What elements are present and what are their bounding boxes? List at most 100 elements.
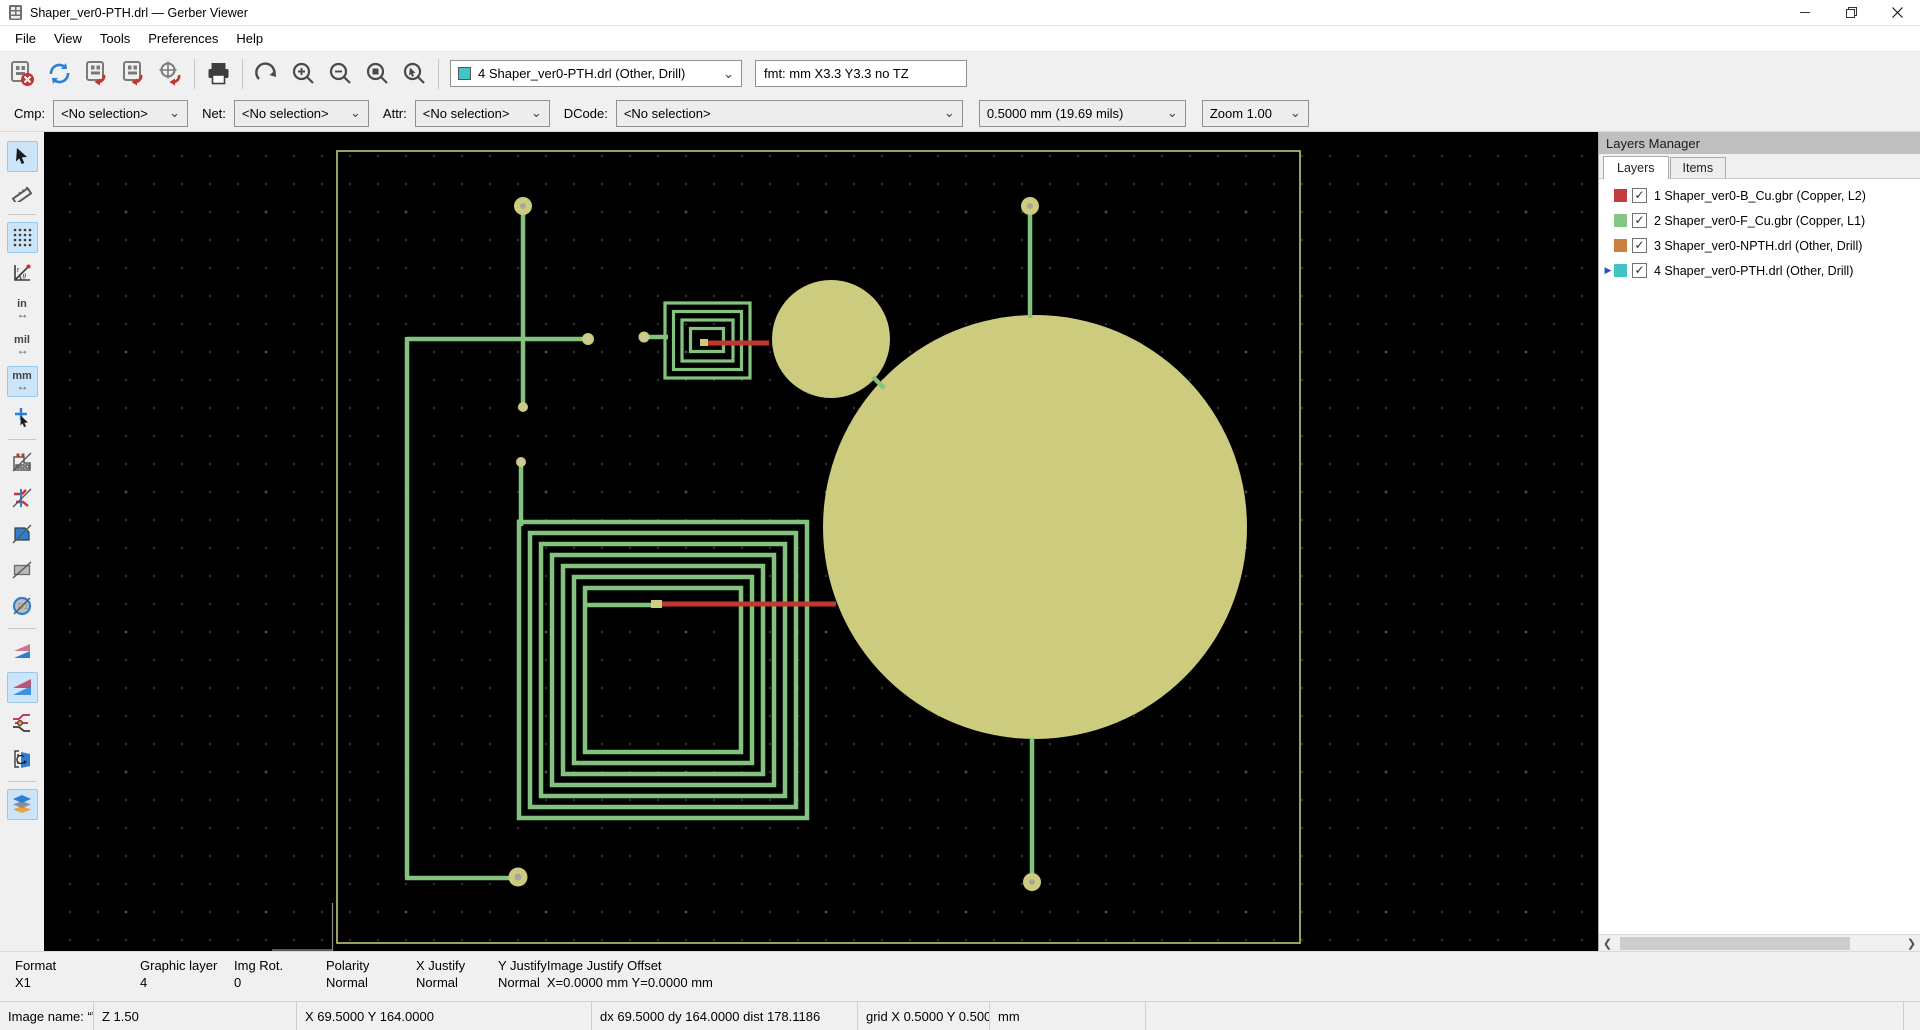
layer-color-swatch[interactable] (1614, 264, 1627, 277)
status-cell: grid X 0.5000 Y 0.5000 (857, 1002, 989, 1030)
measure-tool-button[interactable] (7, 177, 38, 208)
attribute-select[interactable]: <No selection> ⌄ (415, 100, 550, 127)
close-button[interactable] (1874, 0, 1920, 25)
sketch-flashed-button[interactable] (7, 447, 38, 478)
status-cell (1903, 1002, 1920, 1030)
flip-view-button[interactable] (7, 744, 38, 775)
scroll-right-icon[interactable]: ❯ (1903, 935, 1920, 952)
layers-normal-mode-button[interactable] (7, 636, 38, 667)
component-select-value: <No selection> (61, 106, 148, 121)
show-dcodes-button[interactable]: D1 (7, 591, 38, 622)
open-job-file-button[interactable] (152, 55, 189, 92)
layer-color-swatch[interactable] (1614, 214, 1627, 227)
menu-item[interactable]: View (45, 28, 91, 49)
zoom-in-button[interactable] (285, 55, 322, 92)
zoom-selection-button[interactable] (396, 55, 433, 92)
xor-mode-button[interactable] (7, 708, 38, 739)
info-field: Graphic layer 4 (140, 958, 234, 1001)
chevron-down-icon: ⌄ (159, 108, 180, 118)
zoom-out-button[interactable] (322, 55, 359, 92)
active-layer-select[interactable]: 4 Shaper_ver0-PTH.drl (Other, Drill) ⌄ (450, 60, 742, 87)
layers-manager-toggle-button[interactable] (7, 789, 38, 820)
toolbar-separator (8, 214, 36, 215)
filter-toolbar: Cmp: <No selection> ⌄ Net: <No selection… (0, 95, 1920, 132)
zoom-level-value: Zoom 1.00 (1210, 106, 1272, 121)
minimize-button[interactable] (1782, 0, 1828, 25)
info-field-value: 0 (234, 975, 326, 990)
scroll-left-icon[interactable]: ❮ (1599, 935, 1616, 952)
window-title: Shaper_ver0-PTH.drl — Gerber Viewer (30, 6, 248, 20)
print-button[interactable] (200, 55, 237, 92)
info-field-label: Format (15, 958, 140, 973)
info-field-value: X=0.0000 mm Y=0.0000 mm (547, 975, 713, 990)
layer-color-swatch[interactable] (1614, 239, 1627, 252)
format-info-text: fmt: mm X3.3 Y3.3 no TZ (764, 66, 909, 81)
layer-label: 3 Shaper_ver0-NPTH.drl (Other, Drill) (1654, 239, 1862, 253)
attr-label: Attr: (383, 106, 407, 121)
info-field-value: Normal (416, 975, 498, 990)
menu-item[interactable]: Tools (91, 28, 139, 49)
toolbar-separator (8, 439, 36, 440)
restore-button[interactable] (1828, 0, 1874, 25)
tab-items[interactable]: Items (1670, 157, 1727, 178)
toolbar-separator (194, 59, 195, 89)
zoom-fit-button[interactable] (359, 55, 396, 92)
polar-coords-button[interactable]: r θ (7, 258, 38, 289)
sketch-polygons-button[interactable] (7, 519, 38, 550)
layer-visibility-checkbox[interactable]: ✓ (1632, 263, 1647, 278)
net-select[interactable]: <No selection> ⌄ (234, 100, 369, 127)
clear-all-layers-button[interactable] (4, 55, 41, 92)
info-field: X Justify Normal (416, 958, 498, 1001)
units-mm-button[interactable]: mm↔ (7, 366, 38, 397)
layer-row[interactable]: ▶ ✓ 1 Shaper_ver0-B_Cu.gbr (Copper, L2) (1599, 183, 1920, 208)
reload-all-layers-button[interactable] (41, 55, 78, 92)
gerber-viewer-window: Shaper_ver0-PTH.drl — Gerber Viewer File… (0, 0, 1920, 1030)
pointer-tool-button[interactable] (7, 141, 38, 172)
active-layer-value: 4 Shaper_ver0-PTH.drl (Other, Drill) (478, 66, 685, 81)
component-select[interactable]: <No selection> ⌄ (53, 100, 188, 127)
double-arrow-icon: ↔ (17, 381, 28, 391)
menu-item[interactable]: Help (227, 28, 272, 49)
dcode-select[interactable]: <No selection> ⌄ (616, 100, 963, 127)
redraw-view-button[interactable] (248, 55, 285, 92)
options-toolbar: r θ in↔ mil↔ mm↔ (0, 132, 44, 951)
layer-row[interactable]: ▶ ✓ 3 Shaper_ver0-NPTH.drl (Other, Drill… (1599, 233, 1920, 258)
toolbar-separator (8, 628, 36, 629)
grid-size-select[interactable]: 0.5000 mm (19.69 mils) ⌄ (979, 100, 1186, 127)
layer-row[interactable]: ▶ ✓ 4 Shaper_ver0-PTH.drl (Other, Drill) (1599, 258, 1920, 283)
scrollbar-thumb[interactable] (1620, 937, 1850, 950)
gerber-canvas[interactable] (44, 132, 1598, 951)
zoom-level-select[interactable]: Zoom 1.00 ⌄ (1202, 100, 1309, 127)
menu-item[interactable]: File (6, 28, 45, 49)
open-excellon-file-button[interactable] (115, 55, 152, 92)
menu-item[interactable]: Preferences (139, 28, 227, 49)
net-label: Net: (202, 106, 226, 121)
layer-row[interactable]: ▶ ✓ 2 Shaper_ver0-F_Cu.gbr (Copper, L1) (1599, 208, 1920, 233)
sketch-lines-button[interactable] (7, 483, 38, 514)
tab-layers[interactable]: Layers (1603, 156, 1669, 179)
scrollbar-track[interactable] (1616, 935, 1903, 952)
checkmark-icon: ✓ (1634, 188, 1644, 203)
layer-color-swatch[interactable] (1614, 189, 1627, 202)
status-cell: X 69.5000 Y 164.0000 (296, 1002, 591, 1030)
status-cell: dx 69.5000 dy 164.0000 dist 178.1186 (591, 1002, 857, 1030)
units-mil-button[interactable]: mil↔ (7, 330, 38, 361)
layer-visibility-checkbox[interactable]: ✓ (1632, 213, 1647, 228)
open-gerber-file-button[interactable] (78, 55, 115, 92)
layer-label: 4 Shaper_ver0-PTH.drl (Other, Drill) (1654, 264, 1853, 278)
medium-copper-circle (772, 280, 890, 398)
cursor-shape-button[interactable] (7, 402, 38, 433)
active-layer-arrow-icon: ▶ (1602, 265, 1614, 276)
checkmark-icon: ✓ (1634, 263, 1644, 278)
info-field: Img Rot. 0 (234, 958, 326, 1001)
layers-panel-scrollbar[interactable]: ❮ ❯ (1599, 934, 1920, 951)
page-frame-corner (272, 903, 333, 951)
status-bar: Image name: “” Layer name: “no name”Z 1.… (0, 1001, 1920, 1030)
layers-diff-mode-button[interactable] (7, 672, 38, 703)
show-negative-button[interactable] (7, 555, 38, 586)
grid-visibility-button[interactable] (7, 222, 38, 253)
layer-visibility-checkbox[interactable]: ✓ (1632, 188, 1647, 203)
info-field-label: Graphic layer (140, 958, 234, 973)
layer-visibility-checkbox[interactable]: ✓ (1632, 238, 1647, 253)
units-inch-button[interactable]: in↔ (7, 294, 38, 325)
